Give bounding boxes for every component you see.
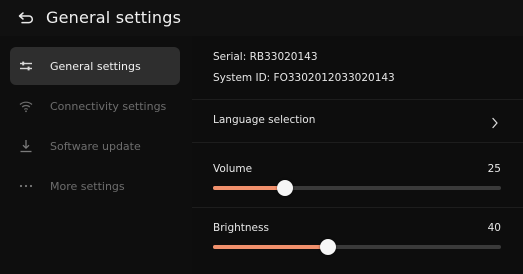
sidebar-item-more-settings[interactable]: More settings <box>10 167 180 205</box>
sidebar: General settings Connectivity settings S… <box>0 36 192 274</box>
sidebar-item-label: More settings <box>50 179 125 193</box>
volume-label: Volume <box>213 163 253 175</box>
divider <box>192 207 523 208</box>
sidebar-item-software-update[interactable]: Software update <box>10 127 180 165</box>
wifi-icon <box>19 99 33 113</box>
brightness-slider-fill <box>213 245 328 249</box>
sidebar-item-general-settings[interactable]: General settings <box>10 47 180 85</box>
volume-value: 25 <box>487 163 501 175</box>
back-button[interactable] <box>18 11 34 25</box>
serial-number: Serial: RB33020143 <box>213 51 318 63</box>
settings-app: General settings General settings Connec… <box>0 0 523 274</box>
header-bar: General settings <box>0 0 523 36</box>
language-selection-label: Language selection <box>213 114 316 126</box>
divider <box>192 142 523 143</box>
system-id: System ID: FO3302012033020143 <box>213 72 395 84</box>
sidebar-item-label: Software update <box>50 139 141 153</box>
brightness-slider[interactable] <box>213 239 501 255</box>
language-selection-row[interactable]: Language selection <box>192 102 523 138</box>
sidebar-item-connectivity-settings[interactable]: Connectivity settings <box>10 87 180 125</box>
more-dots-icon <box>19 179 33 193</box>
brightness-value: 40 <box>487 222 501 234</box>
page-title: General settings <box>46 8 182 27</box>
volume-slider[interactable] <box>213 180 501 196</box>
download-icon <box>19 139 33 153</box>
brightness-slider-thumb[interactable] <box>320 239 336 255</box>
chevron-right-icon <box>491 114 501 129</box>
sliders-icon <box>19 59 33 73</box>
brightness-label: Brightness <box>213 222 269 234</box>
settings-panel: Serial: RB33020143 System ID: FO33020120… <box>192 36 523 274</box>
back-arrow-icon <box>18 12 33 24</box>
sidebar-item-label: General settings <box>50 59 141 73</box>
volume-slider-thumb[interactable] <box>277 180 293 196</box>
volume-slider-fill <box>213 186 285 190</box>
divider <box>192 99 523 100</box>
sidebar-item-label: Connectivity settings <box>50 99 167 113</box>
